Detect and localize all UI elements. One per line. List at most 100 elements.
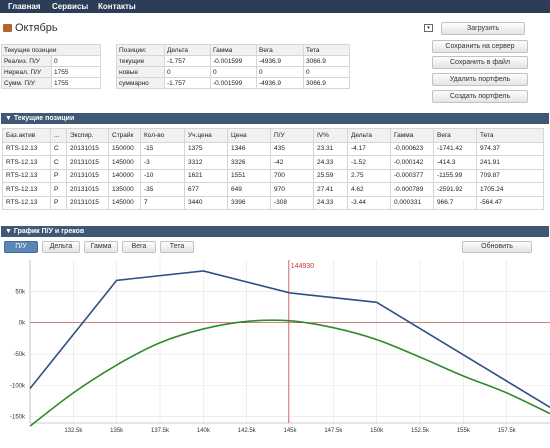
column-header[interactable]: Гамма: [390, 128, 434, 143]
positions-section-header[interactable]: ▼ Текущие позиции: [1, 113, 549, 124]
greeks-row-label: новые: [116, 66, 165, 78]
table-row[interactable]: RTS-12.13 P 20131015 135000 -35 677 649 970 27.4…: [2, 182, 544, 197]
column-header[interactable]: IV%: [313, 128, 348, 143]
save-server-button[interactable]: Сохранить на сервер: [432, 40, 528, 53]
column-header[interactable]: Кол-во: [140, 128, 185, 143]
column-header[interactable]: Уч.цена: [184, 128, 228, 143]
table-cell: -2591.92: [433, 182, 477, 197]
column-header[interactable]: Баз.актив: [2, 128, 51, 143]
greeks-cell: -4936.9: [256, 77, 304, 89]
tab-theta[interactable]: Тета: [160, 241, 194, 253]
table-cell: -1741.42: [433, 141, 477, 156]
table-cell: 970: [270, 182, 314, 197]
table-cell: -3: [140, 155, 185, 170]
table-cell: 0.000331: [390, 195, 434, 210]
x-tick-label: 142.5k: [238, 428, 257, 434]
table-cell: 140000: [108, 168, 141, 183]
summary-label: Реализ. П/У: [1, 55, 52, 67]
file-dropdown[interactable]: ▾: [424, 24, 433, 32]
table-cell: C: [50, 141, 67, 156]
column-header[interactable]: Страйк: [108, 128, 141, 143]
table-row[interactable]: RTS-12.13 P 20131015 145000 7 3440 3396 -308 24.…: [2, 195, 544, 210]
column-header[interactable]: П/У: [270, 128, 314, 143]
delete-portfolio-button[interactable]: Удалить портфель: [432, 73, 528, 86]
top-navbar: Главная Сервисы Контакты: [0, 0, 550, 13]
table-cell: 2.75: [347, 168, 391, 183]
table-cell: RTS-12.13: [2, 155, 51, 170]
table-cell: 20131015: [66, 155, 109, 170]
nav-home[interactable]: Главная: [8, 2, 41, 11]
column-header[interactable]: Экспир.: [66, 128, 109, 143]
greeks-header: Вега: [256, 44, 304, 56]
table-cell: 974.37: [476, 141, 544, 156]
summary-label: Сумм. П/У: [1, 77, 52, 89]
tab-pnl[interactable]: П/У: [4, 241, 38, 253]
table-cell: 23.31: [313, 141, 348, 156]
table-cell: -0.000789: [390, 182, 434, 197]
greeks-cell: -0.001599: [210, 55, 257, 67]
portfolio-title: Октябрь: [3, 22, 58, 34]
column-header[interactable]: ...: [50, 128, 67, 143]
greeks-row-label: текущие: [116, 55, 165, 67]
table-cell: 25.59: [313, 168, 348, 183]
table-cell: 27.41: [313, 182, 348, 197]
column-header[interactable]: Тета: [476, 128, 544, 143]
greeks-header: Тета: [303, 44, 350, 56]
table-cell: 1375: [184, 141, 228, 156]
table-cell: -0.000623: [390, 141, 434, 156]
price-marker-label: 144930: [291, 263, 314, 270]
table-cell: C: [50, 155, 67, 170]
summary-header: Текущие позиции: [1, 44, 101, 56]
table-cell: -0.000142: [390, 155, 434, 170]
column-header[interactable]: Вега: [433, 128, 477, 143]
x-tick-label: 155k: [457, 428, 471, 434]
table-cell: -0.000377: [390, 168, 434, 183]
greeks-cell: 0: [164, 66, 211, 78]
y-tick-label: -50k: [13, 352, 26, 358]
table-cell: -3.44: [347, 195, 391, 210]
table-cell: RTS-12.13: [2, 182, 51, 197]
greeks-header: Гамма: [210, 44, 257, 56]
create-portfolio-button[interactable]: Создать портфель: [432, 90, 528, 103]
greeks-cell: -1.757: [164, 55, 211, 67]
table-cell: 700: [270, 168, 314, 183]
greeks-cell: 0: [210, 66, 257, 78]
positions-table: Баз.актив ... Экспир. Страйк Кол-во Уч.ц…: [2, 128, 544, 210]
table-cell: 145000: [108, 155, 141, 170]
table-row[interactable]: RTS-12.13 P 20131015 140000 -10 1621 1551 700 25…: [2, 168, 544, 183]
greeks-table: Позиции: Дельта Гамма Вега Тета текущие …: [116, 44, 350, 89]
portfolio-name: Октябрь: [15, 22, 58, 34]
table-cell: 3326: [227, 155, 271, 170]
table-cell: -42: [270, 155, 314, 170]
greeks-header: Позиции:: [116, 44, 165, 56]
save-file-button[interactable]: Сохранить в файл: [432, 56, 528, 69]
table-row[interactable]: RTS-12.13 C 20131015 150000 -15 1375 1346 435 23…: [2, 141, 544, 156]
nav-services[interactable]: Сервисы: [52, 2, 88, 11]
x-tick-label: 152.5k: [411, 428, 430, 434]
load-button[interactable]: Загрузить: [441, 22, 525, 35]
table-cell: 1621: [184, 168, 228, 183]
x-tick-label: 132.5k: [64, 428, 83, 434]
refresh-button[interactable]: Обновить: [462, 241, 532, 253]
table-cell: 3396: [227, 195, 271, 210]
table-cell: 1551: [227, 168, 271, 183]
greeks-cell: 0: [303, 66, 350, 78]
table-cell: P: [50, 195, 67, 210]
column-header[interactable]: Цена: [227, 128, 271, 143]
tab-delta[interactable]: Дельта: [42, 241, 80, 253]
nav-contacts[interactable]: Контакты: [98, 2, 136, 11]
summary-value: 1755: [51, 77, 101, 89]
table-cell: -4.17: [347, 141, 391, 156]
table-cell: RTS-12.13: [2, 141, 51, 156]
table-row[interactable]: RTS-12.13 C 20131015 145000 -3 3312 3326 -42 24.…: [2, 155, 544, 170]
chart-section-header[interactable]: ▼ График П/У и греков: [1, 226, 549, 237]
table-cell: -308: [270, 195, 314, 210]
y-tick-label: 0k: [19, 321, 26, 327]
greeks-cell: 3066.9: [303, 55, 350, 67]
column-header[interactable]: Дельта: [347, 128, 391, 143]
table-cell: 145000: [108, 195, 141, 210]
tab-vega[interactable]: Вега: [122, 241, 156, 253]
table-cell: 150000: [108, 141, 141, 156]
table-cell: 20131015: [66, 182, 109, 197]
tab-gamma[interactable]: Гамма: [84, 241, 118, 253]
